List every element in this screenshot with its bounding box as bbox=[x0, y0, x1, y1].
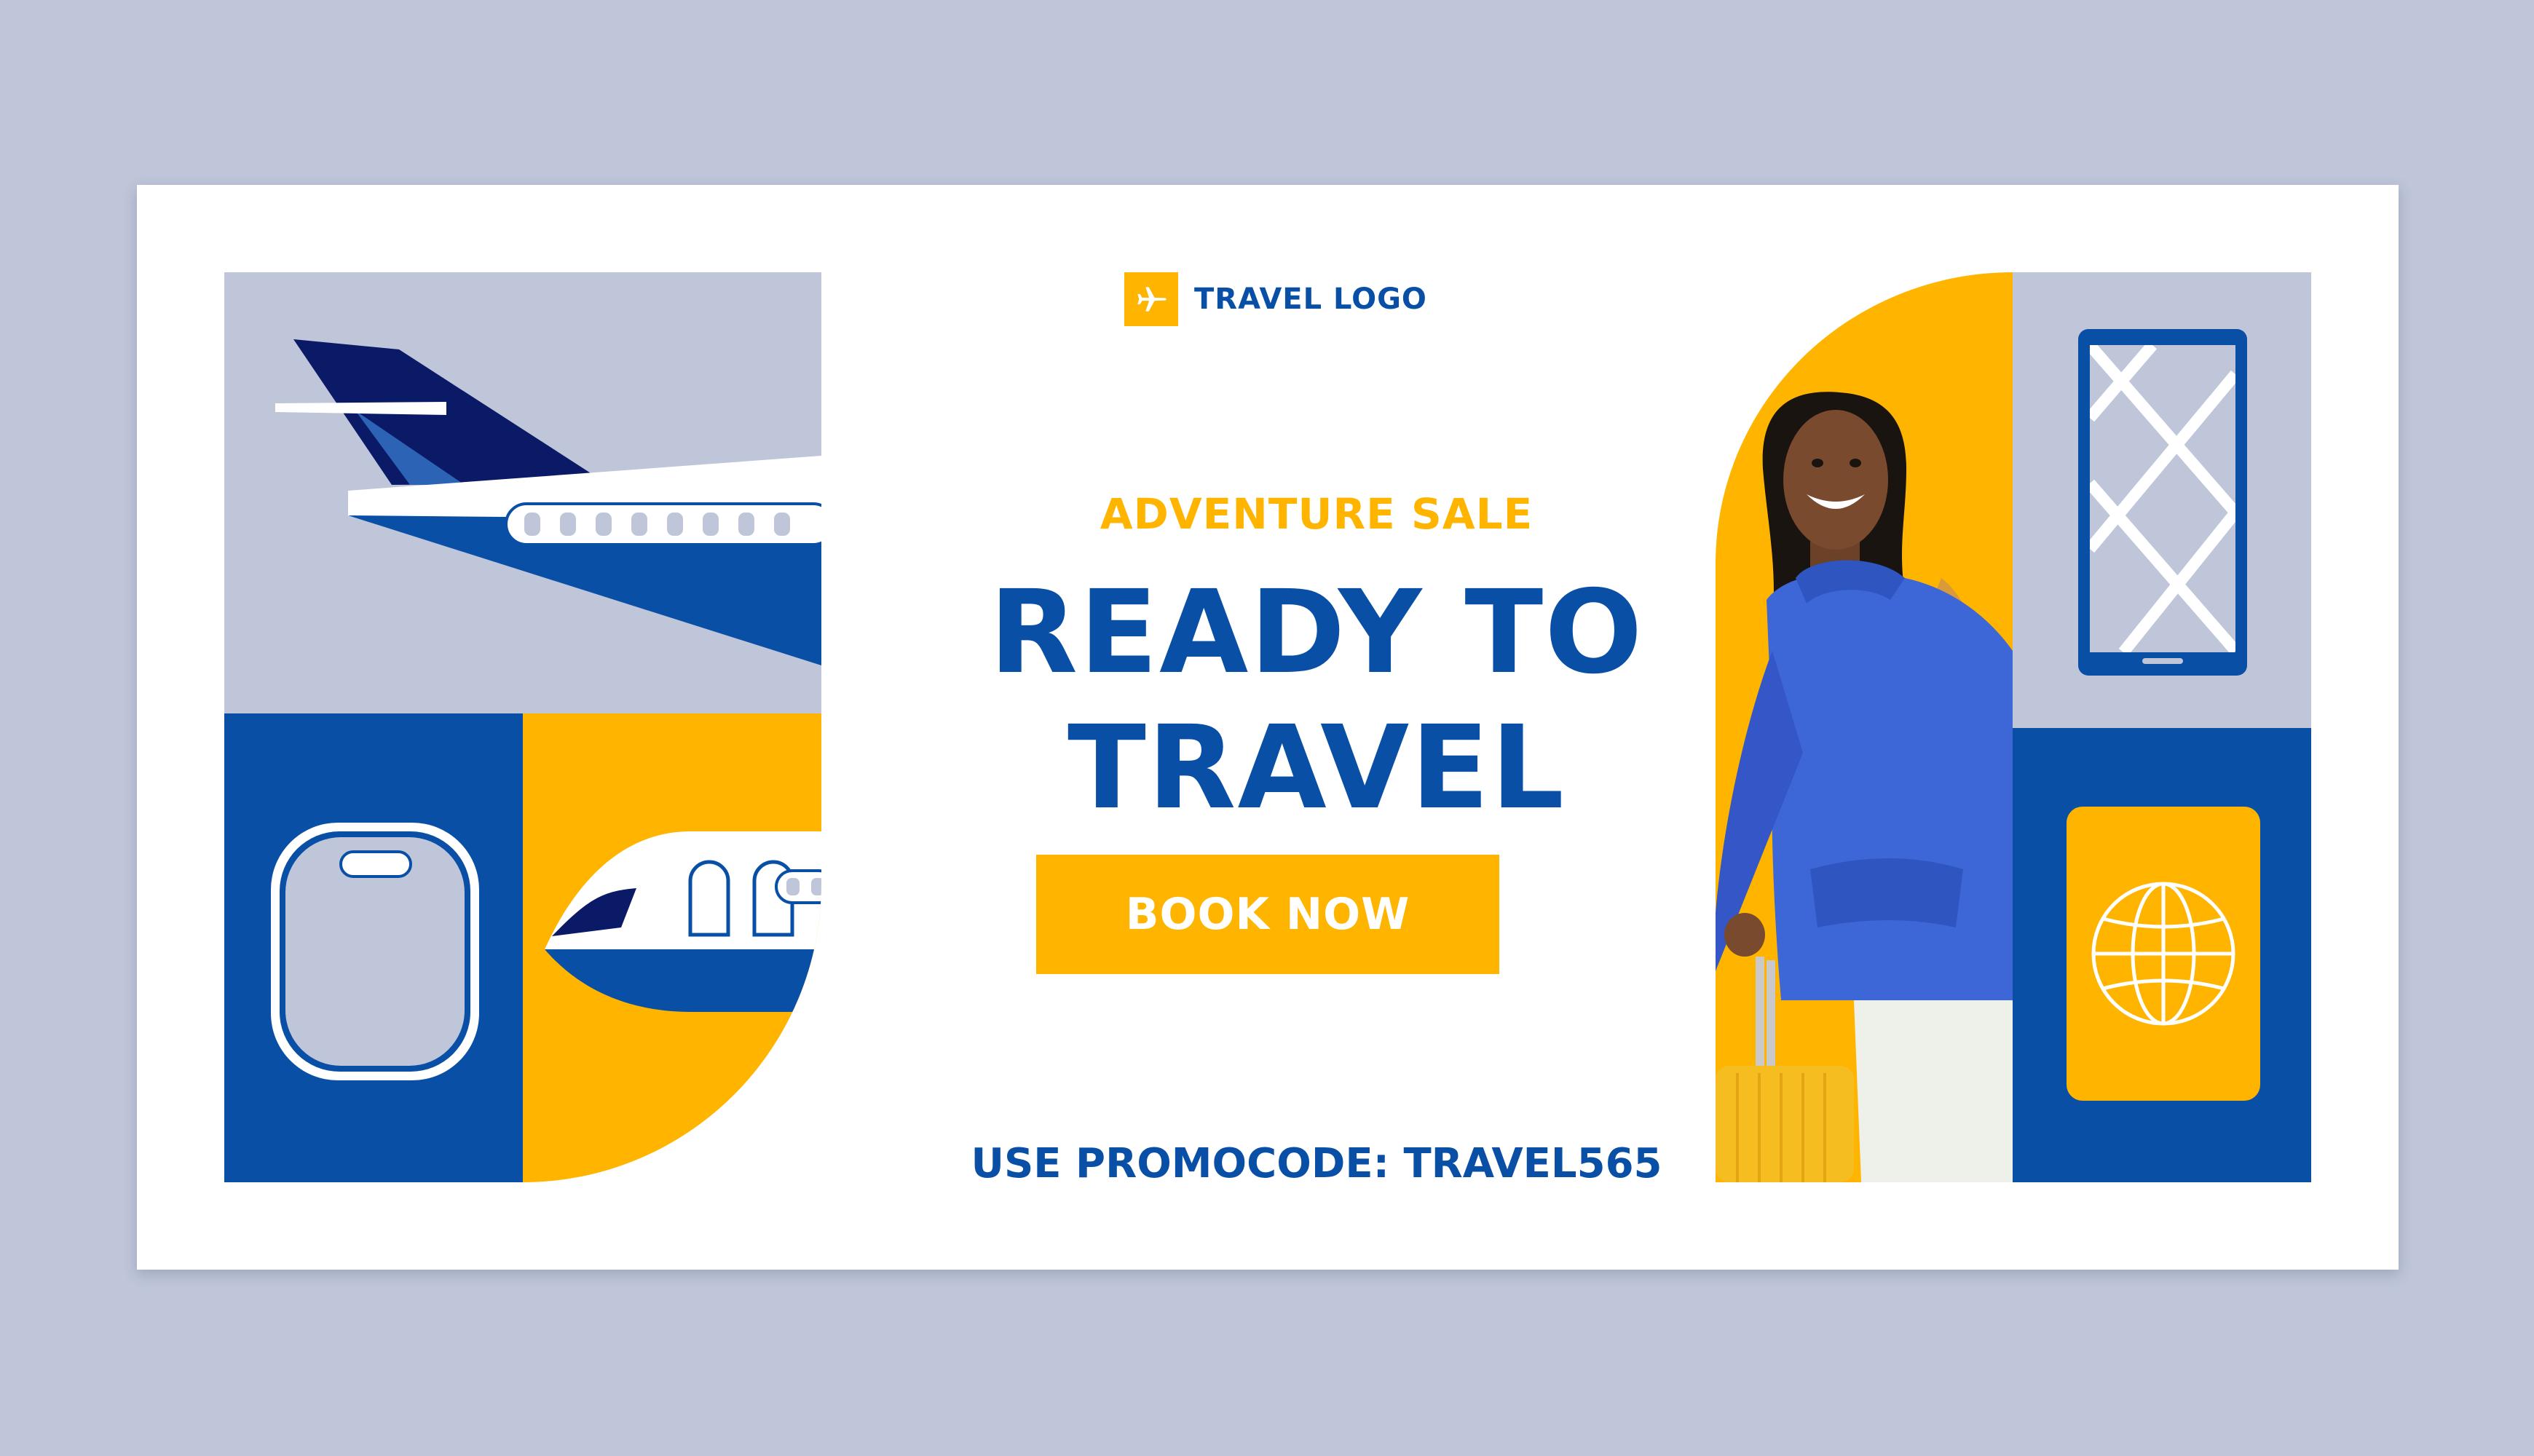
headline-line-1: READY TO bbox=[989, 566, 1644, 700]
logo-text: TRAVEL LOGO bbox=[1194, 282, 1427, 316]
travel-banner: TRAVEL LOGO ADVENTURE SALE READY TO TRAV… bbox=[137, 185, 2399, 1270]
promo-code-text: USE PROMOCODE: TRAVEL565 bbox=[971, 1140, 1662, 1187]
traveler-photo bbox=[1716, 272, 2013, 1182]
left-illustration bbox=[224, 272, 821, 1182]
right-illustration bbox=[1716, 272, 2311, 1182]
book-now-button[interactable]: BOOK NOW bbox=[1036, 855, 1499, 974]
sale-eyebrow: ADVENTURE SALE bbox=[1100, 489, 1534, 539]
airplane-icon bbox=[1124, 272, 1178, 326]
passport-globe-icon bbox=[2067, 807, 2260, 1101]
page-title: READY TO TRAVEL bbox=[865, 565, 1768, 836]
airplane-window-icon bbox=[271, 823, 479, 1080]
smartphone-map-icon bbox=[2078, 329, 2247, 676]
headline-line-2: TRAVEL bbox=[1067, 701, 1566, 835]
travel-logo: TRAVEL LOGO bbox=[1124, 272, 1427, 326]
